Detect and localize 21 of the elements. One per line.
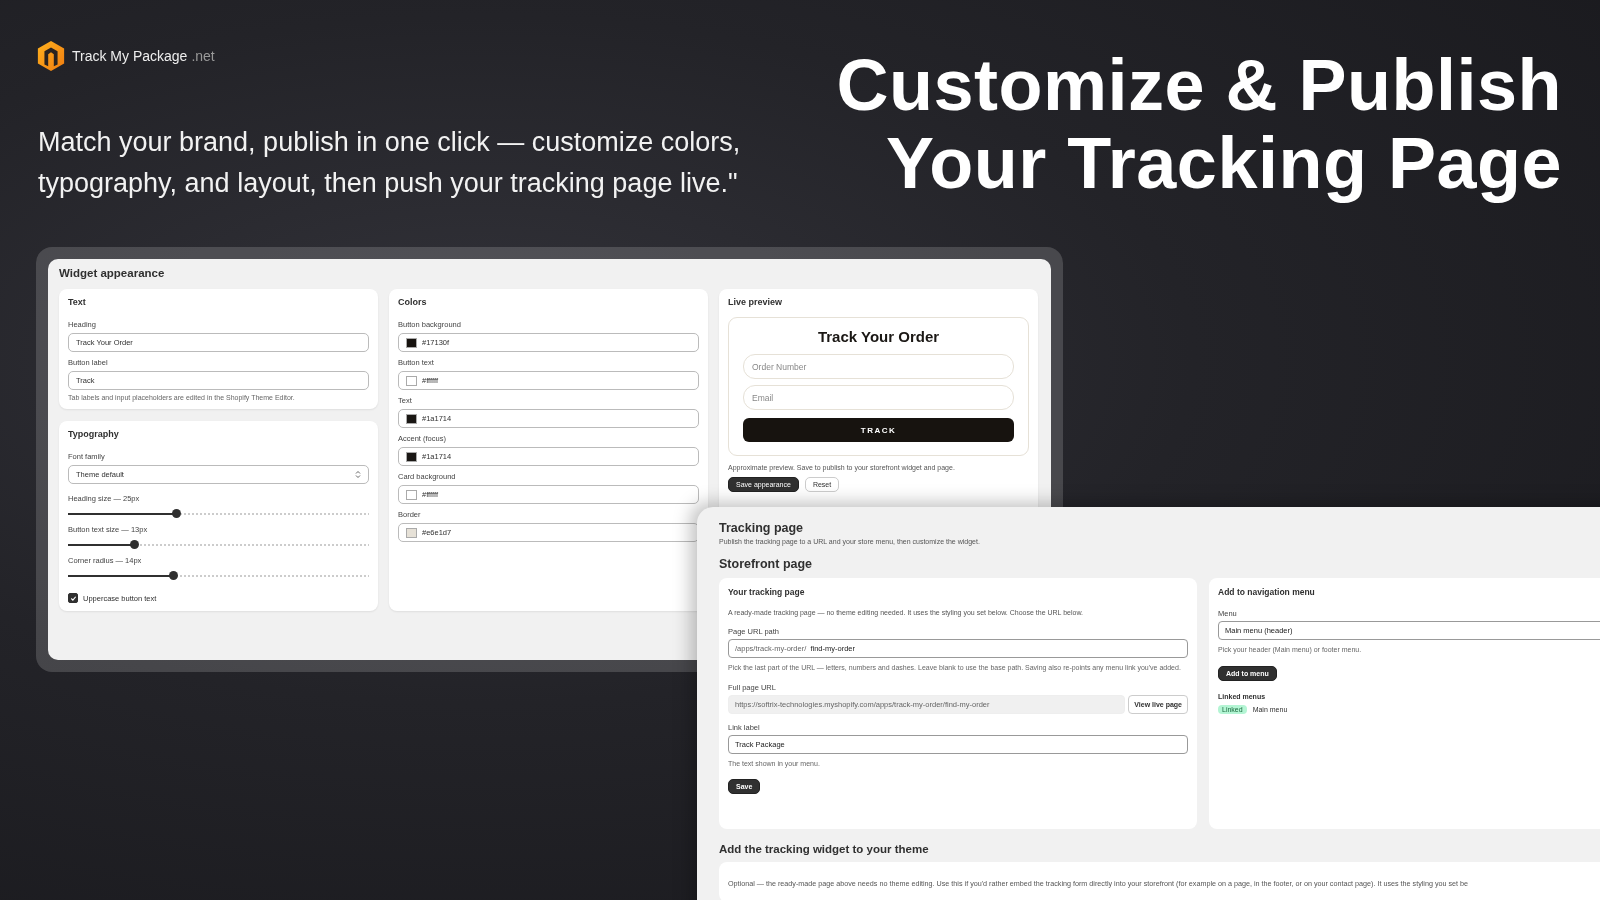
preview-heading: Track Your Order: [816, 328, 941, 345]
section-title: Storefront page: [719, 557, 814, 571]
input-field[interactable]: Email: [743, 385, 1014, 410]
chevron-icon: [355, 470, 361, 479]
card-title: Live preview: [728, 297, 784, 307]
card-title: Colors: [398, 297, 428, 307]
section-title: Add the tracking widget to your theme: [719, 843, 930, 855]
input-field[interactable]: Order Number: [743, 354, 1014, 379]
brand-suffix: .net: [191, 48, 215, 64]
card-title: Add to navigation menu: [1218, 587, 1316, 597]
logo-icon: [36, 40, 66, 72]
track-button[interactable]: TRACK: [743, 418, 1014, 442]
card-title: Typography: [68, 429, 120, 439]
panel-title: Widget appearance: [59, 267, 166, 279]
card-title: Your tracking page: [728, 587, 806, 597]
subtitle: Match your brand, publish in one click — customize colors, typography, and layout, then push your tracking page live.": [38, 126, 741, 200]
card-title: Text: [68, 297, 87, 307]
brand-name: Track My Package: [72, 48, 188, 64]
headline: Customize & Publish Your Tracking Page: [836, 46, 1562, 204]
checkbox[interactable]: [68, 593, 78, 603]
page-title: Tracking page: [719, 521, 805, 535]
